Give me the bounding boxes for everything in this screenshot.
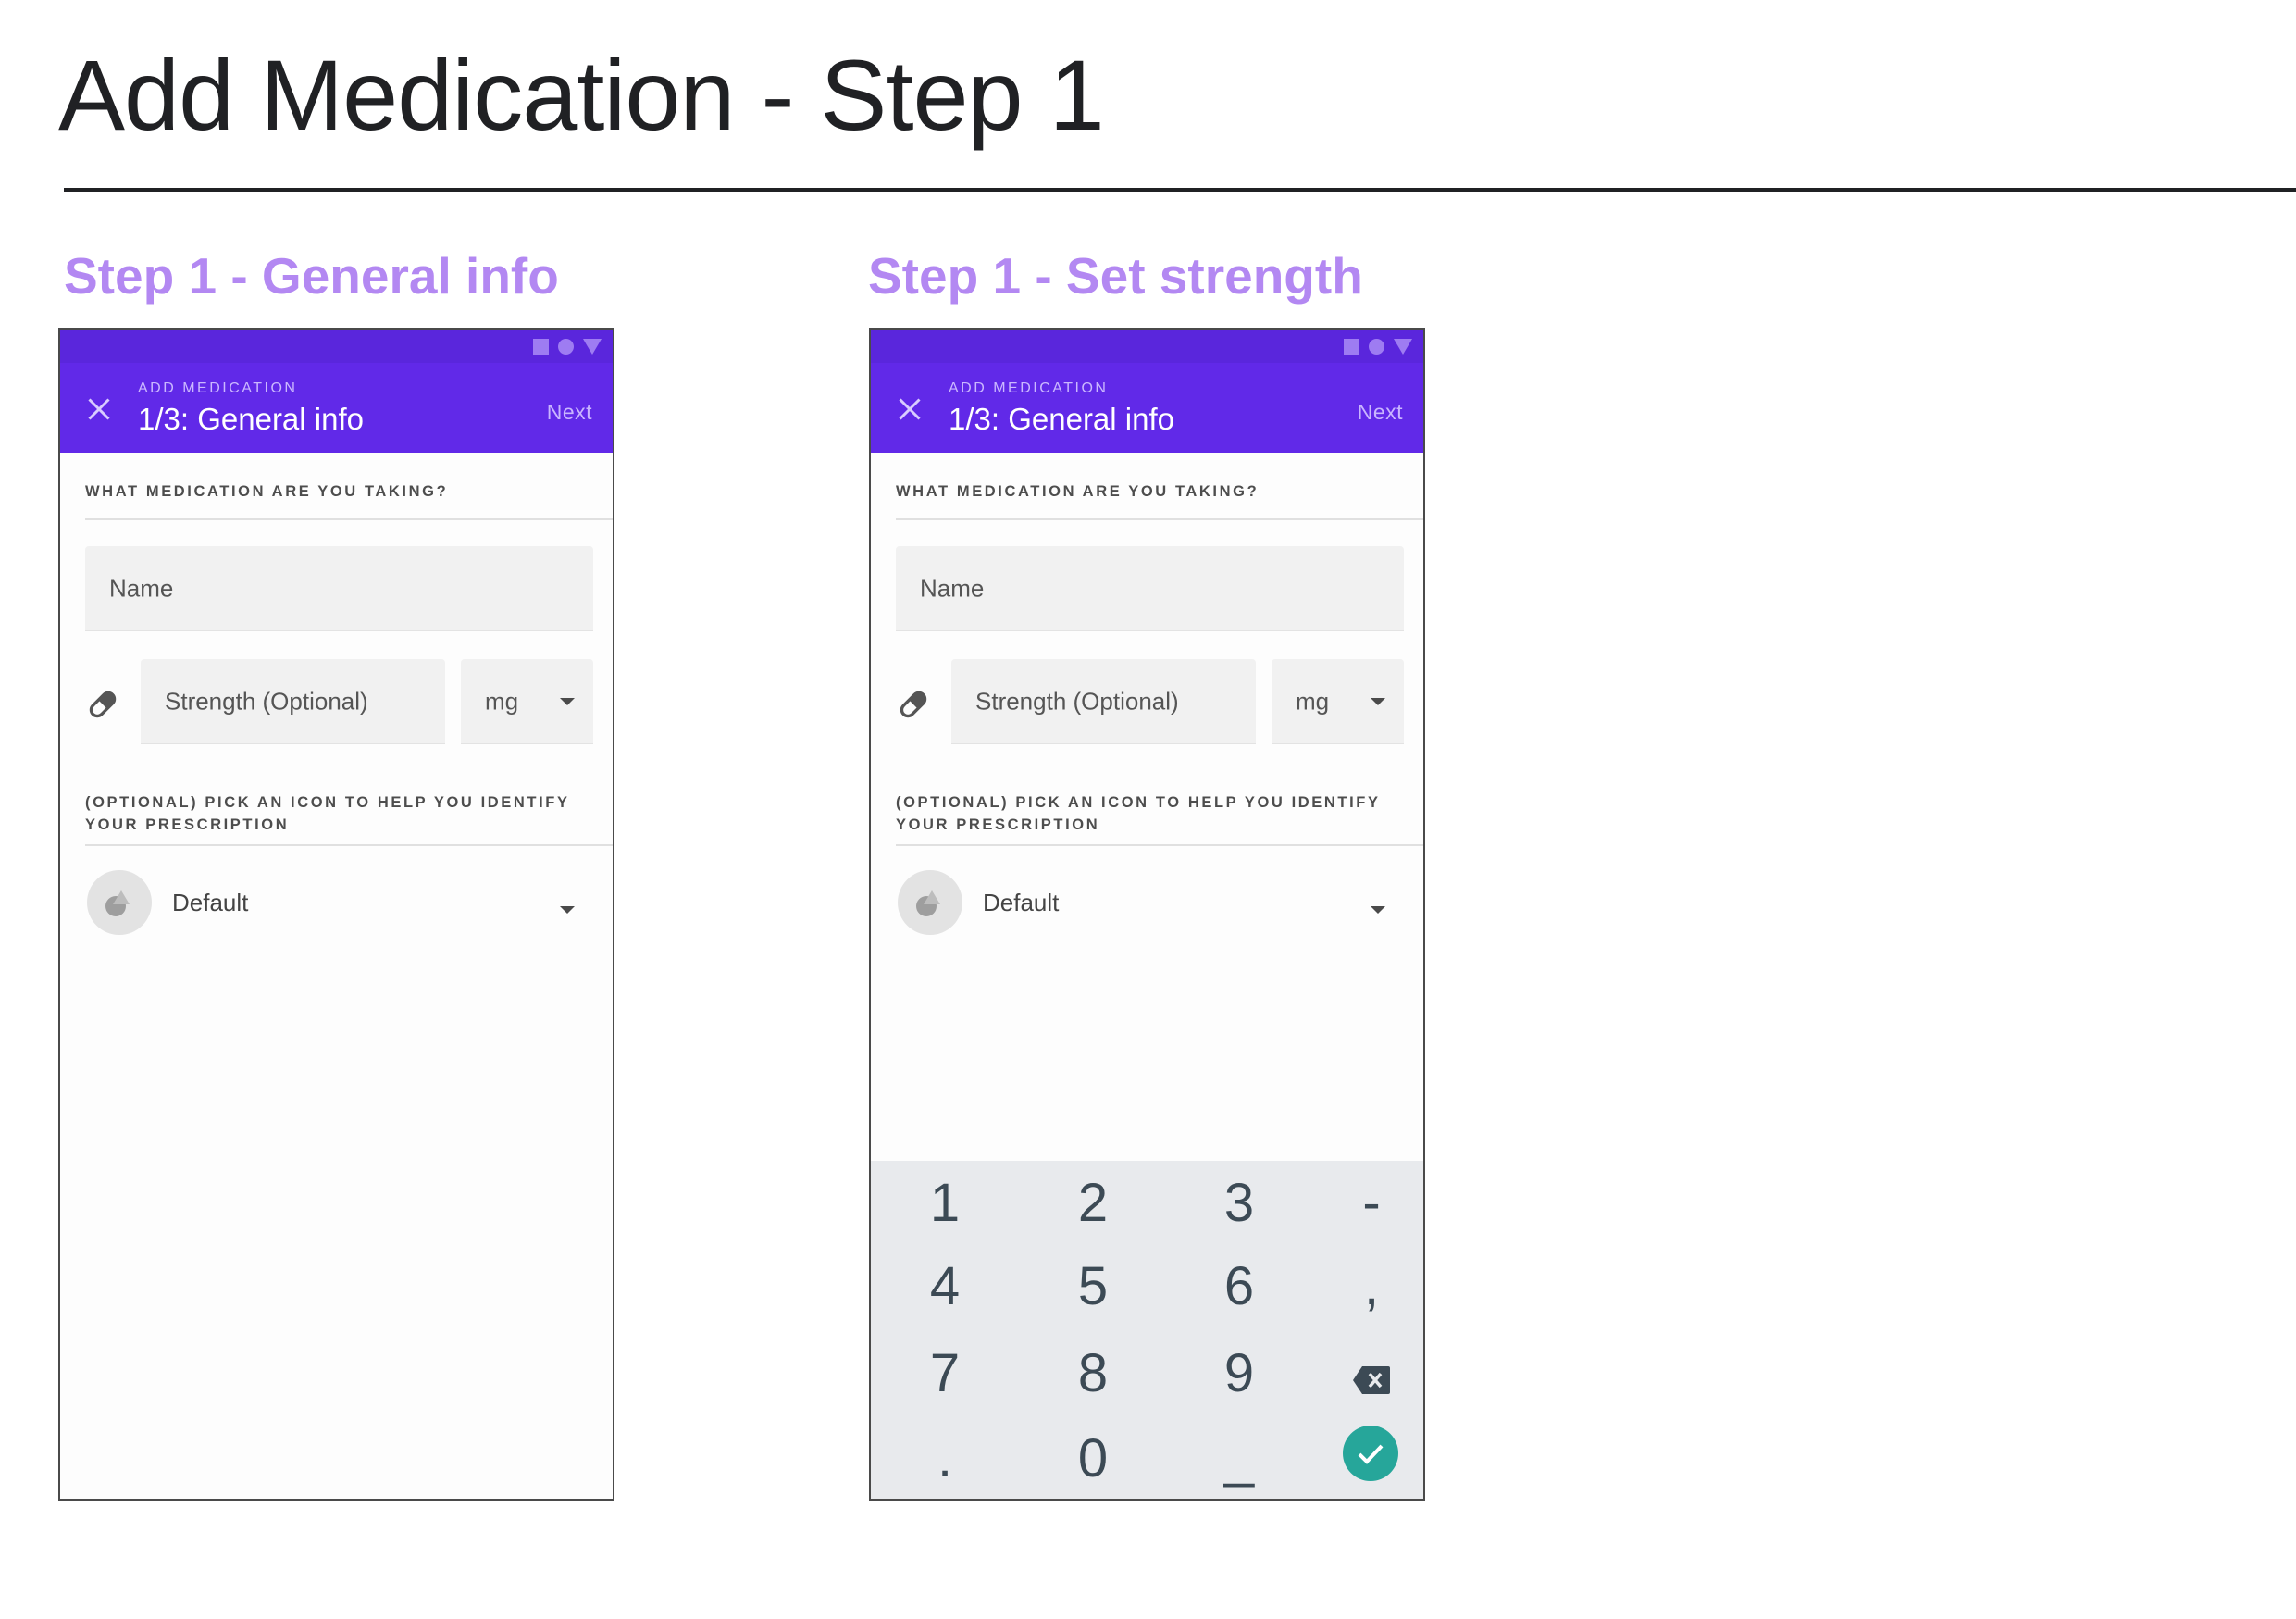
unit-select[interactable]: mg bbox=[1272, 659, 1404, 744]
key-decimal[interactable]: . bbox=[899, 1427, 991, 1490]
strength-placeholder: Strength (Optional) bbox=[165, 687, 368, 715]
name-field[interactable]: Name bbox=[896, 546, 1404, 631]
key-0[interactable]: 0 bbox=[1047, 1427, 1139, 1490]
close-icon[interactable] bbox=[893, 392, 926, 426]
icon-caption: (OPTIONAL) PICK AN ICON TO HELP YOU IDEN… bbox=[85, 794, 570, 833]
status-bar bbox=[60, 330, 613, 363]
appbar-title: 1/3: General info bbox=[949, 402, 1174, 436]
icon-caption: (OPTIONAL) PICK AN ICON TO HELP YOU IDEN… bbox=[896, 794, 1381, 833]
medication-icon-avatar[interactable] bbox=[898, 870, 962, 935]
medication-icon-avatar[interactable] bbox=[87, 870, 152, 935]
check-icon bbox=[1358, 1444, 1384, 1464]
strength-placeholder: Strength (Optional) bbox=[975, 687, 1179, 715]
chevron-down-icon[interactable] bbox=[560, 906, 575, 914]
strength-field[interactable]: Strength (Optional) bbox=[951, 659, 1256, 744]
chevron-down-icon bbox=[1371, 698, 1385, 705]
key-4[interactable]: 4 bbox=[899, 1255, 991, 1318]
strength-field[interactable]: Strength (Optional) bbox=[141, 659, 445, 744]
divider bbox=[85, 844, 613, 846]
name-placeholder: Name bbox=[109, 574, 174, 602]
key-5[interactable]: 5 bbox=[1047, 1255, 1139, 1318]
next-button[interactable]: Next bbox=[547, 400, 592, 425]
section-label-general-info: Step 1 - General info bbox=[64, 247, 559, 305]
divider bbox=[896, 844, 1423, 846]
divider bbox=[896, 518, 1423, 520]
recents-icon bbox=[533, 339, 549, 355]
home-icon bbox=[1369, 339, 1384, 355]
close-icon[interactable] bbox=[82, 392, 116, 426]
key-2[interactable]: 2 bbox=[1047, 1172, 1139, 1235]
unit-value: mg bbox=[485, 687, 519, 715]
done-key[interactable] bbox=[1343, 1426, 1398, 1481]
pill-icon bbox=[89, 691, 117, 718]
appbar-title: 1/3: General info bbox=[138, 402, 364, 436]
key-minus[interactable]: - bbox=[1325, 1172, 1418, 1235]
icon-select-value[interactable]: Default bbox=[172, 889, 248, 917]
key-6[interactable]: 6 bbox=[1193, 1255, 1285, 1318]
shapes-icon bbox=[916, 890, 940, 916]
page-title: Add Medication - Step 1 bbox=[58, 39, 1105, 151]
backspace-icon[interactable] bbox=[1351, 1364, 1392, 1396]
key-9[interactable]: 9 bbox=[1193, 1342, 1285, 1405]
signal-icon bbox=[1394, 339, 1412, 355]
medication-question: WHAT MEDICATION ARE YOU TAKING? bbox=[896, 483, 1260, 500]
appbar-overline: ADD MEDICATION bbox=[949, 380, 1109, 396]
appbar-overline: ADD MEDICATION bbox=[138, 380, 298, 396]
app-bar: ADD MEDICATION 1/3: General info Next bbox=[871, 330, 1423, 453]
chevron-down-icon[interactable] bbox=[1371, 906, 1385, 914]
recents-icon bbox=[1344, 339, 1359, 355]
unit-value: mg bbox=[1296, 687, 1330, 715]
status-bar bbox=[871, 330, 1423, 363]
icon-select-value[interactable]: Default bbox=[983, 889, 1059, 917]
key-3[interactable]: 3 bbox=[1193, 1172, 1285, 1235]
signal-icon bbox=[583, 339, 602, 355]
home-icon bbox=[558, 339, 574, 355]
shapes-icon bbox=[105, 890, 130, 916]
unit-select[interactable]: mg bbox=[461, 659, 593, 744]
key-1[interactable]: 1 bbox=[899, 1172, 991, 1235]
next-button[interactable]: Next bbox=[1358, 400, 1403, 425]
divider bbox=[85, 518, 613, 520]
name-field[interactable]: Name bbox=[85, 546, 593, 631]
pill-icon bbox=[900, 691, 927, 718]
key-comma[interactable]: , bbox=[1325, 1255, 1418, 1318]
title-divider bbox=[64, 188, 2296, 192]
key-space[interactable]: _ bbox=[1193, 1427, 1285, 1490]
key-8[interactable]: 8 bbox=[1047, 1342, 1139, 1405]
numeric-keypad: 1 2 3 - 4 5 6 , 7 8 9 . 0 _ bbox=[871, 1161, 1423, 1499]
phone-screen-set-strength: ADD MEDICATION 1/3: General info Next WH… bbox=[869, 328, 1425, 1501]
section-label-set-strength: Step 1 - Set strength bbox=[868, 247, 1363, 305]
chevron-down-icon bbox=[560, 698, 575, 705]
phone-screen-general-info: ADD MEDICATION 1/3: General info Next WH… bbox=[58, 328, 614, 1501]
medication-question: WHAT MEDICATION ARE YOU TAKING? bbox=[85, 483, 449, 500]
name-placeholder: Name bbox=[920, 574, 985, 602]
app-bar: ADD MEDICATION 1/3: General info Next bbox=[60, 330, 613, 453]
key-7[interactable]: 7 bbox=[899, 1342, 991, 1405]
